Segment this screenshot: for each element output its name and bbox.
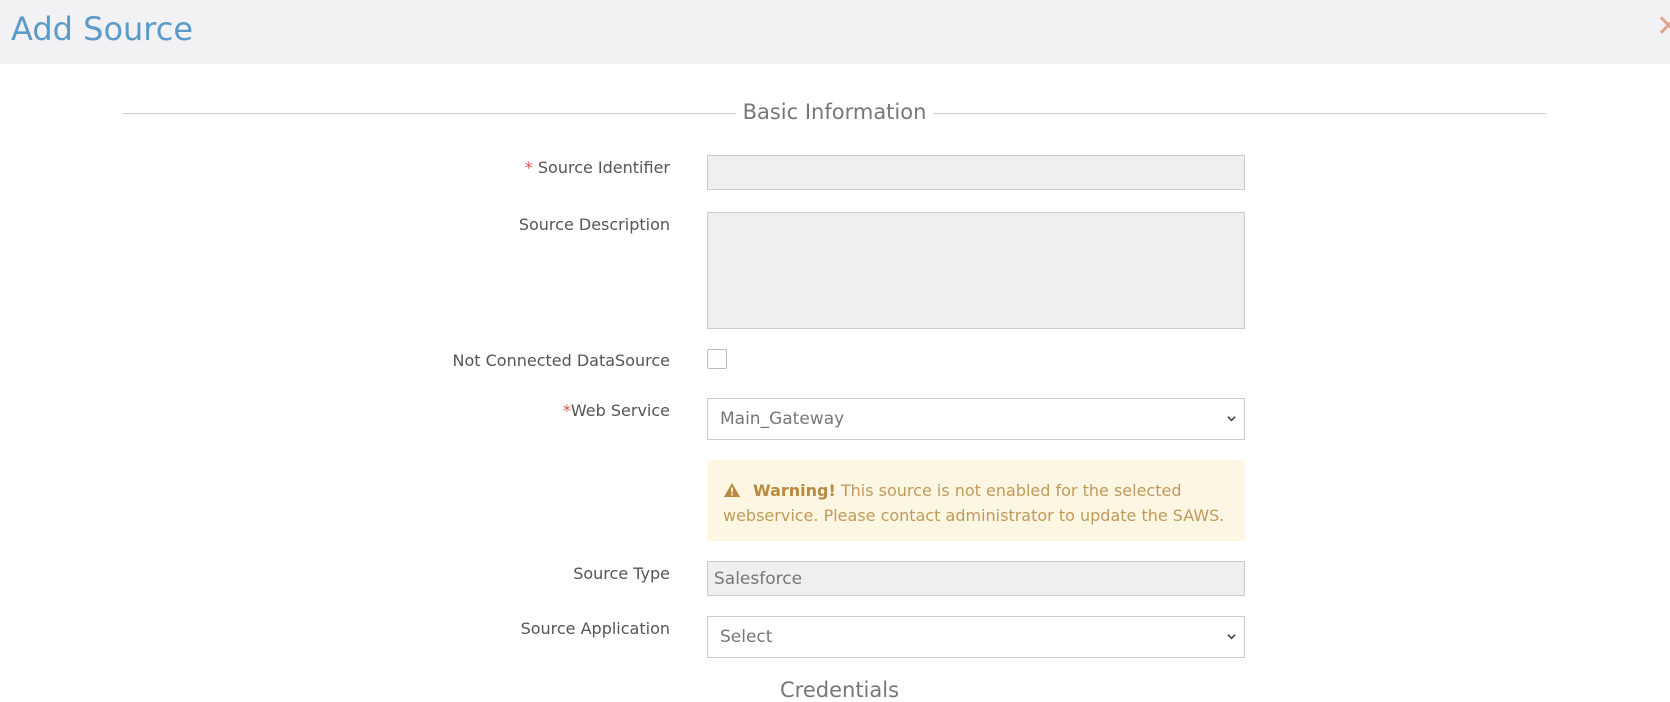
not-connected-datasource-checkbox[interactable]: [707, 349, 727, 369]
not-connected-datasource-label: Not Connected DataSource: [452, 351, 670, 370]
required-marker: *: [562, 401, 571, 420]
source-type-input[interactable]: [707, 561, 1245, 596]
source-identifier-label: * Source Identifier: [524, 158, 670, 177]
source-application-label: Source Application: [520, 619, 670, 638]
page-title: Add Source: [11, 10, 194, 48]
warning-triangle-icon: [724, 483, 740, 497]
chevron-down-icon: [1227, 634, 1236, 640]
basic-information-legend: Basic Information: [123, 94, 1546, 132]
source-application-selected-value: Select: [720, 627, 773, 647]
web-service-label: *Web Service: [562, 401, 670, 420]
source-type-label: Source Type: [573, 564, 670, 583]
web-service-select[interactable]: Main_Gateway: [707, 398, 1245, 440]
source-description-label: Source Description: [518, 215, 670, 234]
section-title-basic-information: Basic Information: [735, 100, 934, 124]
source-application-select[interactable]: Select: [707, 616, 1245, 658]
source-description-textarea[interactable]: [707, 212, 1245, 329]
dialog-header: Add Source ✕: [0, 0, 1670, 64]
source-identifier-input[interactable]: [707, 155, 1245, 190]
web-service-selected-value: Main_Gateway: [720, 409, 845, 429]
warning-title: Warning!: [753, 481, 836, 500]
chevron-down-icon: [1227, 416, 1236, 422]
section-title-credentials: Credentials: [780, 678, 900, 702]
required-marker: *: [524, 158, 533, 177]
warning-alert: Warning! This source is not enabled for …: [707, 460, 1245, 541]
close-icon[interactable]: ✕: [1656, 14, 1670, 44]
